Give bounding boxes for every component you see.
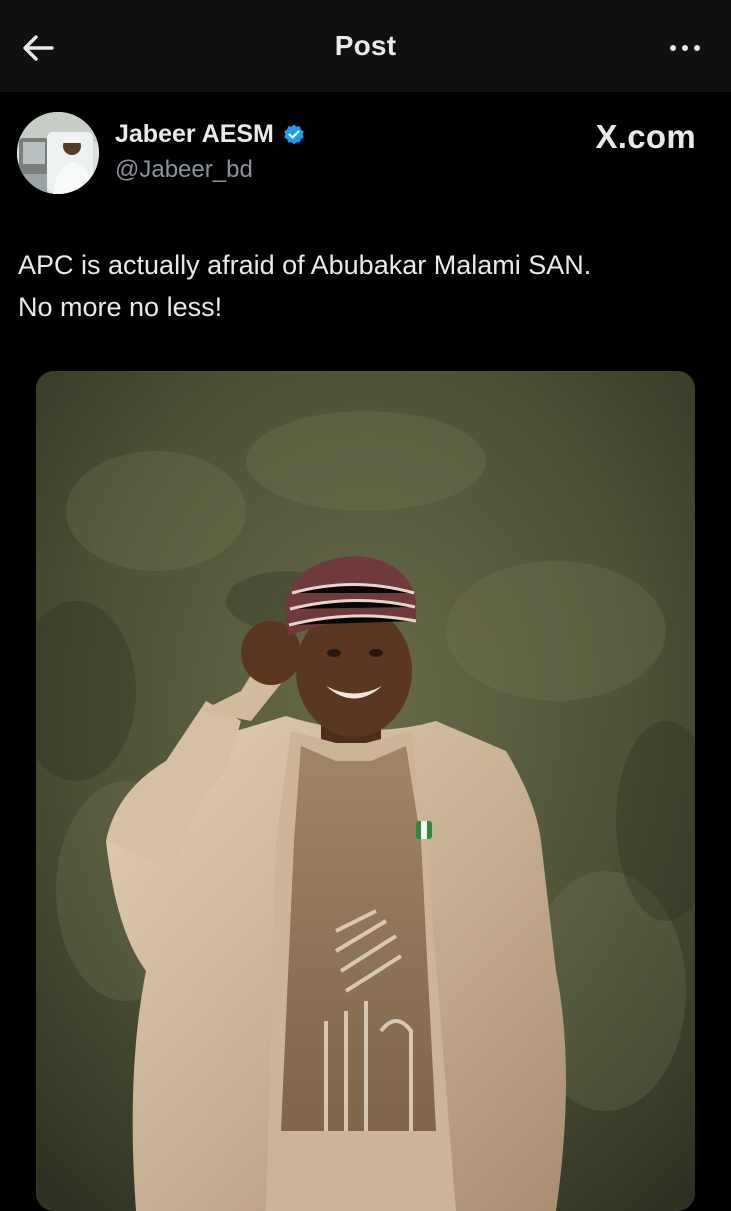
more-horizontal-icon [670,45,676,51]
x-watermark: X.com [595,118,696,155]
avatar-image [17,112,99,194]
post-text-line-1: APC is actually afraid of Abubakar Malam… [18,250,592,280]
post-text: APC is actually afraid of Abubakar Malam… [18,244,708,328]
top-nav-bar: Post [0,0,731,92]
more-dot [682,45,688,51]
author-handle[interactable]: @Jabeer_bd [115,156,253,184]
avatar[interactable] [17,112,99,194]
post-text-line-2: No more no less! [18,292,223,322]
author-name[interactable]: Jabeer AESM [115,120,306,149]
portrait-photo [36,371,695,1211]
verified-badge-icon [284,124,304,144]
author-name-text: Jabeer AESM [115,120,274,148]
post-image[interactable] [36,371,695,1211]
more-dot [694,45,700,51]
more-options-button[interactable] [663,30,707,66]
page-title: Post [334,30,397,61]
